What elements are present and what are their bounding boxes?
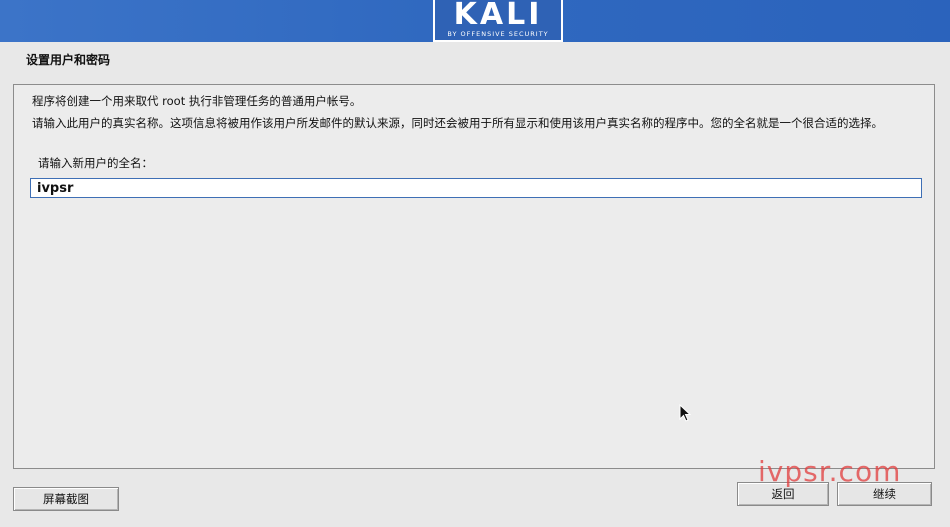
fullname-input[interactable]: [30, 178, 922, 198]
intro-text: 程序将创建一个用来取代 root 执行非管理任务的普通用户帐号。: [32, 94, 362, 108]
mouse-pointer-icon: [679, 404, 691, 422]
screenshot-button[interactable]: 屏幕截图: [13, 487, 119, 511]
description-text: 请输入此用户的真实名称。这项信息将被用作该用户所发邮件的默认来源，同时还会被用于…: [32, 116, 883, 130]
kali-logo: KALI BY OFFENSIVE SECURITY: [433, 0, 563, 42]
page-title: 设置用户和密码: [26, 53, 111, 67]
logo-subtitle: BY OFFENSIVE SECURITY: [447, 30, 549, 38]
kali-banner: KALI BY OFFENSIVE SECURITY: [0, 0, 950, 42]
content-panel: 程序将创建一个用来取代 root 执行非管理任务的普通用户帐号。 请输入此用户的…: [13, 84, 935, 469]
fullname-label: 请输入新用户的全名：: [38, 156, 153, 170]
watermark: ivpsr.com: [758, 455, 902, 488]
logo-text: KALI: [453, 0, 543, 32]
